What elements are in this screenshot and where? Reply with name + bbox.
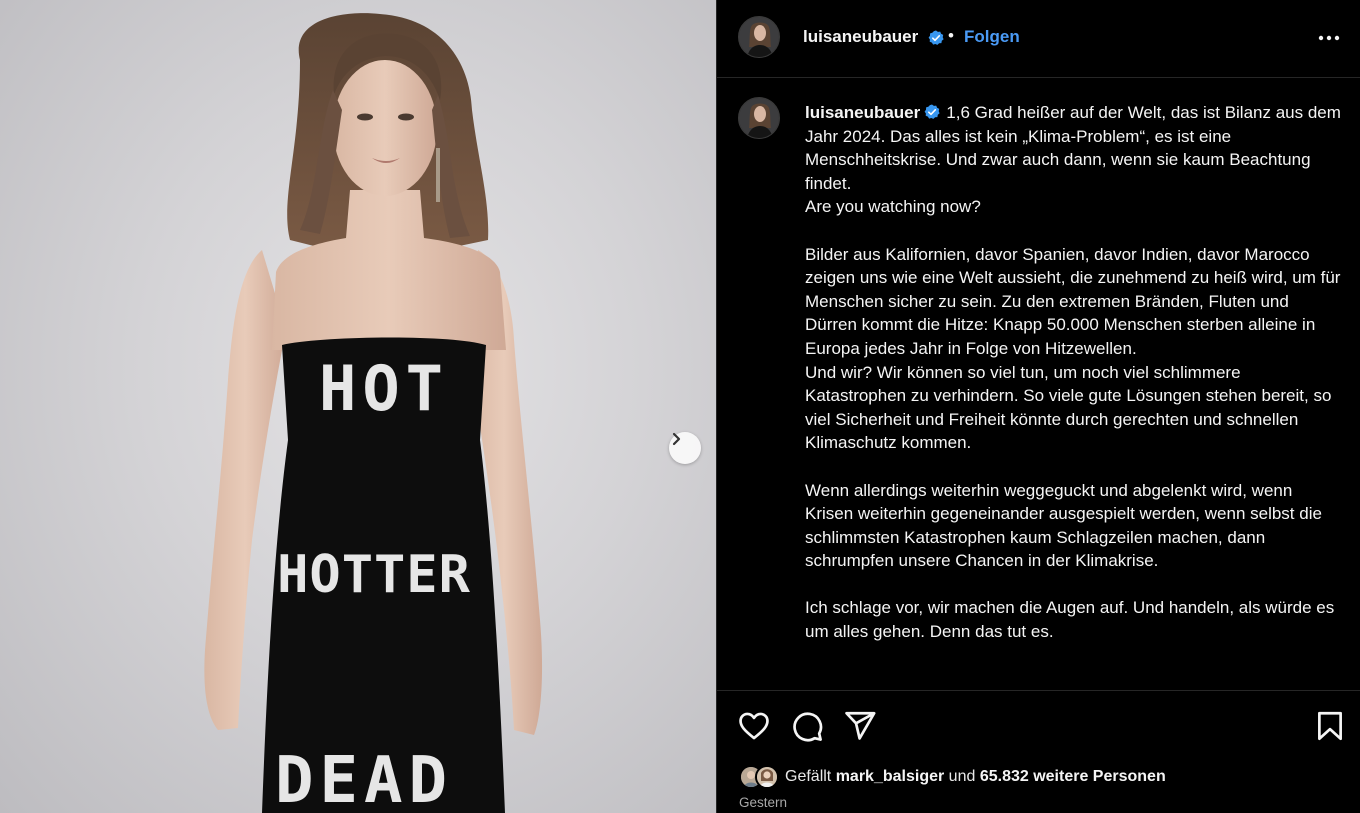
likes-text: Gefällt mark_balsiger und 65.832 weitere… — [785, 768, 1166, 786]
post-photo: HOT HOTTER DEAD — [204, 13, 543, 813]
liker-avatar — [755, 765, 779, 789]
header-separator: • — [948, 26, 954, 45]
follow-button[interactable]: Folgen — [964, 27, 1020, 47]
share-icon[interactable] — [843, 709, 877, 743]
post-media[interactable]: HOT HOTTER DEAD — [0, 0, 716, 813]
dress-text-hotter: HOTTER — [277, 545, 471, 605]
verified-badge-icon — [924, 104, 940, 119]
more-horizontal-icon[interactable] — [1315, 24, 1343, 52]
caption-section: luisaneubauer 1,6 Grad heißer auf der Wel… — [717, 79, 1360, 689]
chevron-right-icon — [672, 432, 681, 446]
caption-text-block: luisaneubauer 1,6 Grad heißer auf der Wel… — [805, 101, 1345, 644]
dress-text-hot: HOT — [319, 352, 449, 425]
heart-icon[interactable] — [737, 709, 771, 743]
caption-username[interactable]: luisaneubauer — [805, 103, 920, 122]
dress-text-dead: DEAD — [275, 744, 453, 813]
likes-summary[interactable]: Gefällt mark_balsiger und 65.832 weitere… — [739, 764, 1166, 790]
verified-badge-icon — [928, 30, 944, 45]
author-avatar[interactable] — [738, 16, 780, 58]
bookmark-icon[interactable] — [1313, 709, 1347, 743]
post-side-panel: luisaneubauer • Folgen luisaneubauer 1,6 … — [716, 0, 1360, 813]
post-timestamp[interactable]: Gestern — [739, 795, 787, 810]
author-username[interactable]: luisaneubauer — [803, 27, 918, 47]
likes-middle: und — [948, 768, 976, 785]
caption-author-avatar[interactable] — [738, 97, 780, 139]
action-bar: Gefällt mark_balsiger und 65.832 weitere… — [717, 690, 1360, 813]
likes-user[interactable]: mark_balsiger — [836, 768, 945, 785]
caption-body: 1,6 Grad heißer auf der Welt, das ist Bi… — [805, 103, 1341, 642]
next-slide-button[interactable] — [669, 432, 701, 464]
likes-prefix: Gefällt — [785, 768, 832, 785]
likes-count[interactable]: 65.832 weitere Personen — [980, 768, 1166, 785]
post-header: luisaneubauer • Folgen — [717, 0, 1360, 78]
comment-icon[interactable] — [790, 709, 824, 743]
